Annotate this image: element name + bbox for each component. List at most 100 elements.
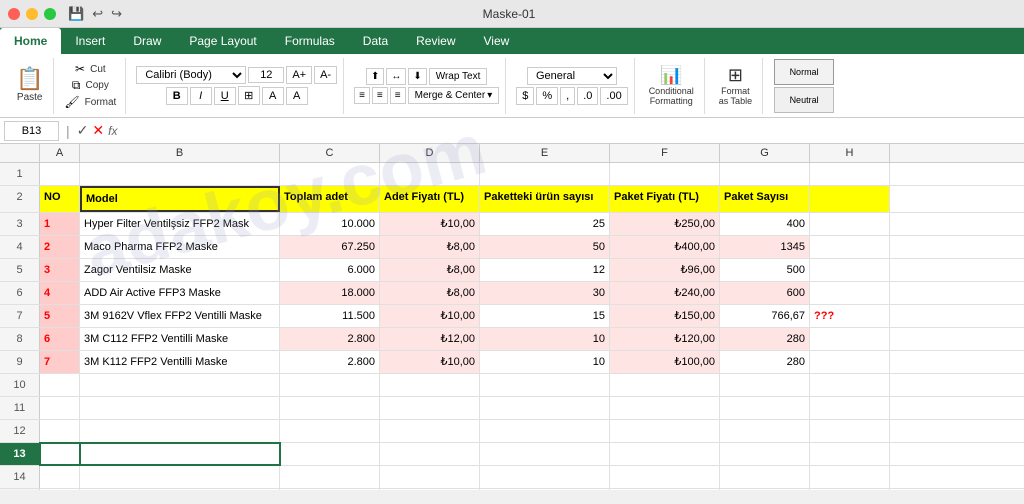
font-size-input[interactable] (248, 67, 284, 83)
cell-b8[interactable]: 3M C112 FFP2 Ventilli Maske (80, 328, 280, 350)
cell-f15[interactable] (610, 489, 720, 490)
cell-g11[interactable] (720, 397, 810, 419)
comma-button[interactable]: , (560, 87, 575, 105)
cell-h3[interactable] (810, 213, 890, 235)
align-left-button[interactable]: ≡ (354, 87, 370, 104)
cell-b7[interactable]: 3M 9162V Vflex FFP2 Ventilli Maske (80, 305, 280, 327)
cell-c1[interactable] (280, 163, 380, 185)
tab-formulas[interactable]: Formulas (271, 28, 349, 54)
decimal-inc-button[interactable]: .0 (577, 87, 598, 105)
cell-h5[interactable] (810, 259, 890, 281)
cell-e10[interactable] (480, 374, 610, 396)
cell-c6[interactable]: 18.000 (280, 282, 380, 304)
cell-a11[interactable] (40, 397, 80, 419)
maximize-button[interactable] (44, 8, 56, 20)
cell-h7[interactable]: ??? (810, 305, 890, 327)
cell-b1[interactable] (80, 163, 280, 185)
cell-d10[interactable] (380, 374, 480, 396)
cell-f1[interactable] (610, 163, 720, 185)
italic-button[interactable]: I (190, 87, 212, 105)
style-normal[interactable]: Normal (774, 59, 834, 85)
minimize-button[interactable] (26, 8, 38, 20)
cell-e7[interactable]: 15 (480, 305, 610, 327)
number-format-select[interactable]: General (527, 67, 617, 85)
cell-e13[interactable] (480, 443, 610, 465)
cell-e1[interactable] (480, 163, 610, 185)
cell-f2[interactable]: Paket Fiyatı (TL) (610, 186, 720, 212)
cell-g6[interactable]: 600 (720, 282, 810, 304)
cell-c10[interactable] (280, 374, 380, 396)
cell-a6[interactable]: 4 (40, 282, 80, 304)
cell-h12[interactable] (810, 420, 890, 442)
conditional-formatting-button[interactable]: 📊 ConditionalFormatting (645, 64, 698, 108)
cell-c9[interactable]: 2.800 (280, 351, 380, 373)
cell-e12[interactable] (480, 420, 610, 442)
cell-a14[interactable] (40, 466, 80, 488)
style-neutral[interactable]: Neutral (774, 87, 834, 113)
cell-d7[interactable]: ₺10,00 (380, 305, 480, 327)
cell-b5[interactable]: Zagor Ventilsiz Maske (80, 259, 280, 281)
cell-g10[interactable] (720, 374, 810, 396)
cell-b2[interactable]: Model (80, 186, 280, 212)
cell-b15[interactable] (80, 489, 280, 490)
align-top-button[interactable]: ⬆ (366, 68, 384, 85)
cell-g12[interactable] (720, 420, 810, 442)
align-right-button[interactable]: ≡ (390, 87, 406, 104)
cell-c14[interactable] (280, 466, 380, 488)
format-as-table-button[interactable]: ⊞ Formatas Table (715, 64, 756, 108)
cell-f12[interactable] (610, 420, 720, 442)
cell-g3[interactable]: 400 (720, 213, 810, 235)
cell-a15[interactable] (40, 489, 80, 490)
cell-h10[interactable] (810, 374, 890, 396)
cell-b11[interactable] (80, 397, 280, 419)
close-button[interactable] (8, 8, 20, 20)
merge-center-button[interactable]: Merge & Center ▾ (408, 87, 500, 104)
cell-h13[interactable] (810, 443, 890, 465)
font-color-button[interactable]: A (286, 87, 308, 105)
cell-a7[interactable]: 5 (40, 305, 80, 327)
cell-g5[interactable]: 500 (720, 259, 810, 281)
tab-insert[interactable]: Insert (61, 28, 119, 54)
cell-h2[interactable] (810, 186, 890, 212)
cell-a13[interactable] (40, 443, 80, 465)
cell-c8[interactable]: 2.800 (280, 328, 380, 350)
align-bottom-button[interactable]: ⬇ (408, 68, 426, 85)
fill-color-button[interactable]: A (262, 87, 284, 105)
cell-b6[interactable]: ADD Air Active FFP3 Maske (80, 282, 280, 304)
cell-b14[interactable] (80, 466, 280, 488)
cell-h6[interactable] (810, 282, 890, 304)
decimal-dec-button[interactable]: .00 (600, 87, 627, 105)
cell-f5[interactable]: ₺96,00 (610, 259, 720, 281)
align-middle-button[interactable]: ↔ (386, 68, 406, 85)
dollar-button[interactable]: $ (516, 87, 534, 105)
cell-a12[interactable] (40, 420, 80, 442)
cell-g13[interactable] (720, 443, 810, 465)
cell-d11[interactable] (380, 397, 480, 419)
cell-c4[interactable]: 67.250 (280, 236, 380, 258)
cell-g4[interactable]: 1345 (720, 236, 810, 258)
cell-f3[interactable]: ₺250,00 (610, 213, 720, 235)
cell-h1[interactable] (810, 163, 890, 185)
align-center-button[interactable]: ≡ (372, 87, 388, 104)
cell-h4[interactable] (810, 236, 890, 258)
cell-e8[interactable]: 10 (480, 328, 610, 350)
cell-e2[interactable]: Paketteki ürün sayısı (480, 186, 610, 212)
cell-d14[interactable] (380, 466, 480, 488)
col-header-b[interactable]: B (80, 144, 280, 162)
tab-view[interactable]: View (470, 28, 524, 54)
cell-e9[interactable]: 10 (480, 351, 610, 373)
cell-b13[interactable] (80, 443, 280, 465)
col-header-f[interactable]: F (610, 144, 720, 162)
cell-f7[interactable]: ₺150,00 (610, 305, 720, 327)
cell-c5[interactable]: 6.000 (280, 259, 380, 281)
cell-reference-input[interactable] (4, 121, 59, 141)
cell-a5[interactable]: 3 (40, 259, 80, 281)
cell-d5[interactable]: ₺8,00 (380, 259, 480, 281)
col-header-g[interactable]: G (720, 144, 810, 162)
cell-c13[interactable] (280, 443, 380, 465)
undo-icon[interactable]: ↩ (92, 6, 103, 22)
percent-button[interactable]: % (536, 87, 558, 105)
cell-f8[interactable]: ₺120,00 (610, 328, 720, 350)
copy-button[interactable]: Copy (82, 79, 111, 92)
redo-icon[interactable]: ↪ (111, 6, 122, 22)
